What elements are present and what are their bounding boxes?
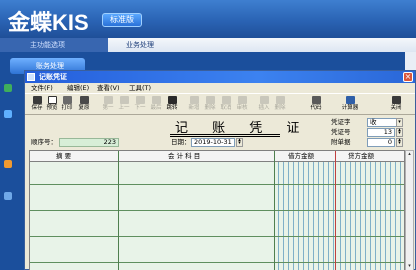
- grid-scrollbar[interactable]: ▴ ▾: [405, 150, 414, 270]
- voucher-title-underline: [170, 134, 280, 137]
- side-icon-2[interactable]: [4, 110, 12, 118]
- seq-field[interactable]: 223: [59, 138, 119, 147]
- insert-row-icon: [259, 96, 269, 104]
- col-divider: [274, 151, 275, 270]
- add-icon: [189, 96, 199, 104]
- grid-body[interactable]: [30, 162, 404, 270]
- scroll-down-icon[interactable]: ▾: [407, 264, 412, 269]
- close-button[interactable]: ×: [403, 72, 413, 82]
- next-arrow-icon: [135, 96, 145, 104]
- menu-edit[interactable]: 编辑(E): [67, 83, 89, 93]
- attachments-label: 附单据: [331, 138, 351, 146]
- col-account-header: 会 计 科 目: [168, 152, 201, 160]
- next-button[interactable]: 下一: [133, 95, 147, 115]
- side-icon-1[interactable]: [4, 84, 12, 92]
- scroll-up-icon[interactable]: ▴: [407, 152, 412, 157]
- menu-tools[interactable]: 工具(T): [129, 83, 151, 93]
- check-button[interactable]: 审核: [235, 95, 249, 115]
- add-button[interactable]: 新增: [187, 95, 201, 115]
- app-logo: 金蝶KIS: [8, 10, 89, 35]
- entry-grid[interactable]: 摘 要 会 计 科 目 借方金额 贷方金额: [29, 150, 405, 270]
- menu-file[interactable]: 文件(F): [31, 83, 53, 93]
- window-icon: [27, 73, 35, 81]
- prev-button[interactable]: 上一: [117, 95, 131, 115]
- delete-icon: [205, 96, 215, 104]
- chevron-down-icon[interactable]: ▾: [396, 118, 403, 127]
- last-arrow-icon: [151, 96, 161, 104]
- cancel-button[interactable]: 取消: [219, 95, 233, 115]
- floppy-icon: [32, 96, 42, 104]
- row-divider: [30, 262, 404, 263]
- voucher-type-label: 凭证字: [331, 118, 351, 126]
- grid-header: 摘 要 会 计 科 目 借方金额 贷方金额: [30, 151, 404, 162]
- menu-view[interactable]: 查看(V): [97, 83, 120, 93]
- app-tab-bar: 主功能选项 业务处理: [0, 38, 416, 52]
- remove-row-icon: [275, 96, 285, 104]
- last-button[interactable]: 最后: [149, 95, 163, 115]
- prev-arrow-icon: [119, 96, 129, 104]
- edition-badge: 标准版: [102, 13, 142, 27]
- attachments-field[interactable]: 0: [367, 138, 395, 147]
- voucher-number-field[interactable]: 13: [367, 128, 395, 137]
- first-arrow-icon: [103, 96, 113, 104]
- print-button[interactable]: 打印: [60, 95, 74, 115]
- side-icon-3[interactable]: [4, 160, 12, 168]
- code-icon: [311, 96, 321, 104]
- printer-icon: [62, 96, 72, 104]
- voucher-number-spinner[interactable]: ▴ ▾: [396, 128, 403, 137]
- row-divider: [30, 236, 404, 237]
- side-icon-4[interactable]: [4, 192, 12, 200]
- insert-row-button[interactable]: 插入: [257, 95, 271, 115]
- app-header: 金蝶KIS 标准版: [0, 0, 416, 38]
- debit-amount-column[interactable]: [274, 162, 334, 270]
- check-icon: [237, 96, 247, 104]
- first-button[interactable]: 第一: [101, 95, 115, 115]
- reset-button[interactable]: 复原: [77, 95, 91, 115]
- seq-label: 顺序号：: [31, 138, 57, 146]
- jump-arrow-icon: [167, 96, 177, 104]
- business-tab-label: 业务处理: [126, 41, 154, 49]
- date-label: 日期：: [171, 138, 191, 146]
- voucher-number-label: 凭证号: [331, 128, 351, 136]
- cancel-icon: [221, 96, 231, 104]
- col-debit-header: 借方金额: [288, 152, 314, 160]
- attachments-spinner[interactable]: ▴ ▾: [396, 138, 403, 147]
- col-credit-header: 贷方金额: [348, 152, 374, 160]
- date-field[interactable]: 2019-10-31: [191, 138, 235, 147]
- business-tab[interactable]: 业务处理: [108, 38, 416, 52]
- jump-button[interactable]: 跳转: [165, 95, 179, 115]
- menu-bar: 文件(F) 编辑(E) 查看(V) 工具(T): [25, 83, 415, 93]
- window-title: 记账凭证: [39, 73, 67, 81]
- title-bar[interactable]: 记账凭证 ×: [25, 71, 415, 83]
- toolbar: 保存 预览 打印 复原 第一 上一 下一 最后 跳转 新增 删除 取消 审核 插…: [25, 93, 415, 115]
- remove-row-button[interactable]: 删除: [273, 95, 287, 115]
- date-spinner[interactable]: ▴ ▾: [236, 138, 243, 147]
- credit-amount-column[interactable]: [336, 162, 402, 270]
- row-divider: [30, 184, 404, 185]
- main-options-tab[interactable]: 主功能选项: [0, 38, 108, 52]
- app-left-panel: [0, 52, 24, 270]
- row-divider: [30, 210, 404, 211]
- delete-button[interactable]: 删除: [203, 95, 217, 115]
- calculator-icon: [345, 96, 355, 104]
- col-summary-header: 摘 要: [56, 152, 72, 160]
- voucher-window: 记账凭证 × 文件(F) 编辑(E) 查看(V) 工具(T) 保存 预览 打印 …: [24, 70, 416, 270]
- col-divider: [335, 151, 336, 270]
- col-divider: [118, 151, 119, 270]
- exit-icon: [391, 96, 401, 104]
- close-toolbar-button[interactable]: 关闭: [389, 95, 403, 115]
- preview-icon: [47, 96, 57, 104]
- code-button[interactable]: 代码: [309, 95, 323, 115]
- reset-icon: [79, 96, 89, 104]
- calculator-button[interactable]: 计算器: [342, 95, 358, 115]
